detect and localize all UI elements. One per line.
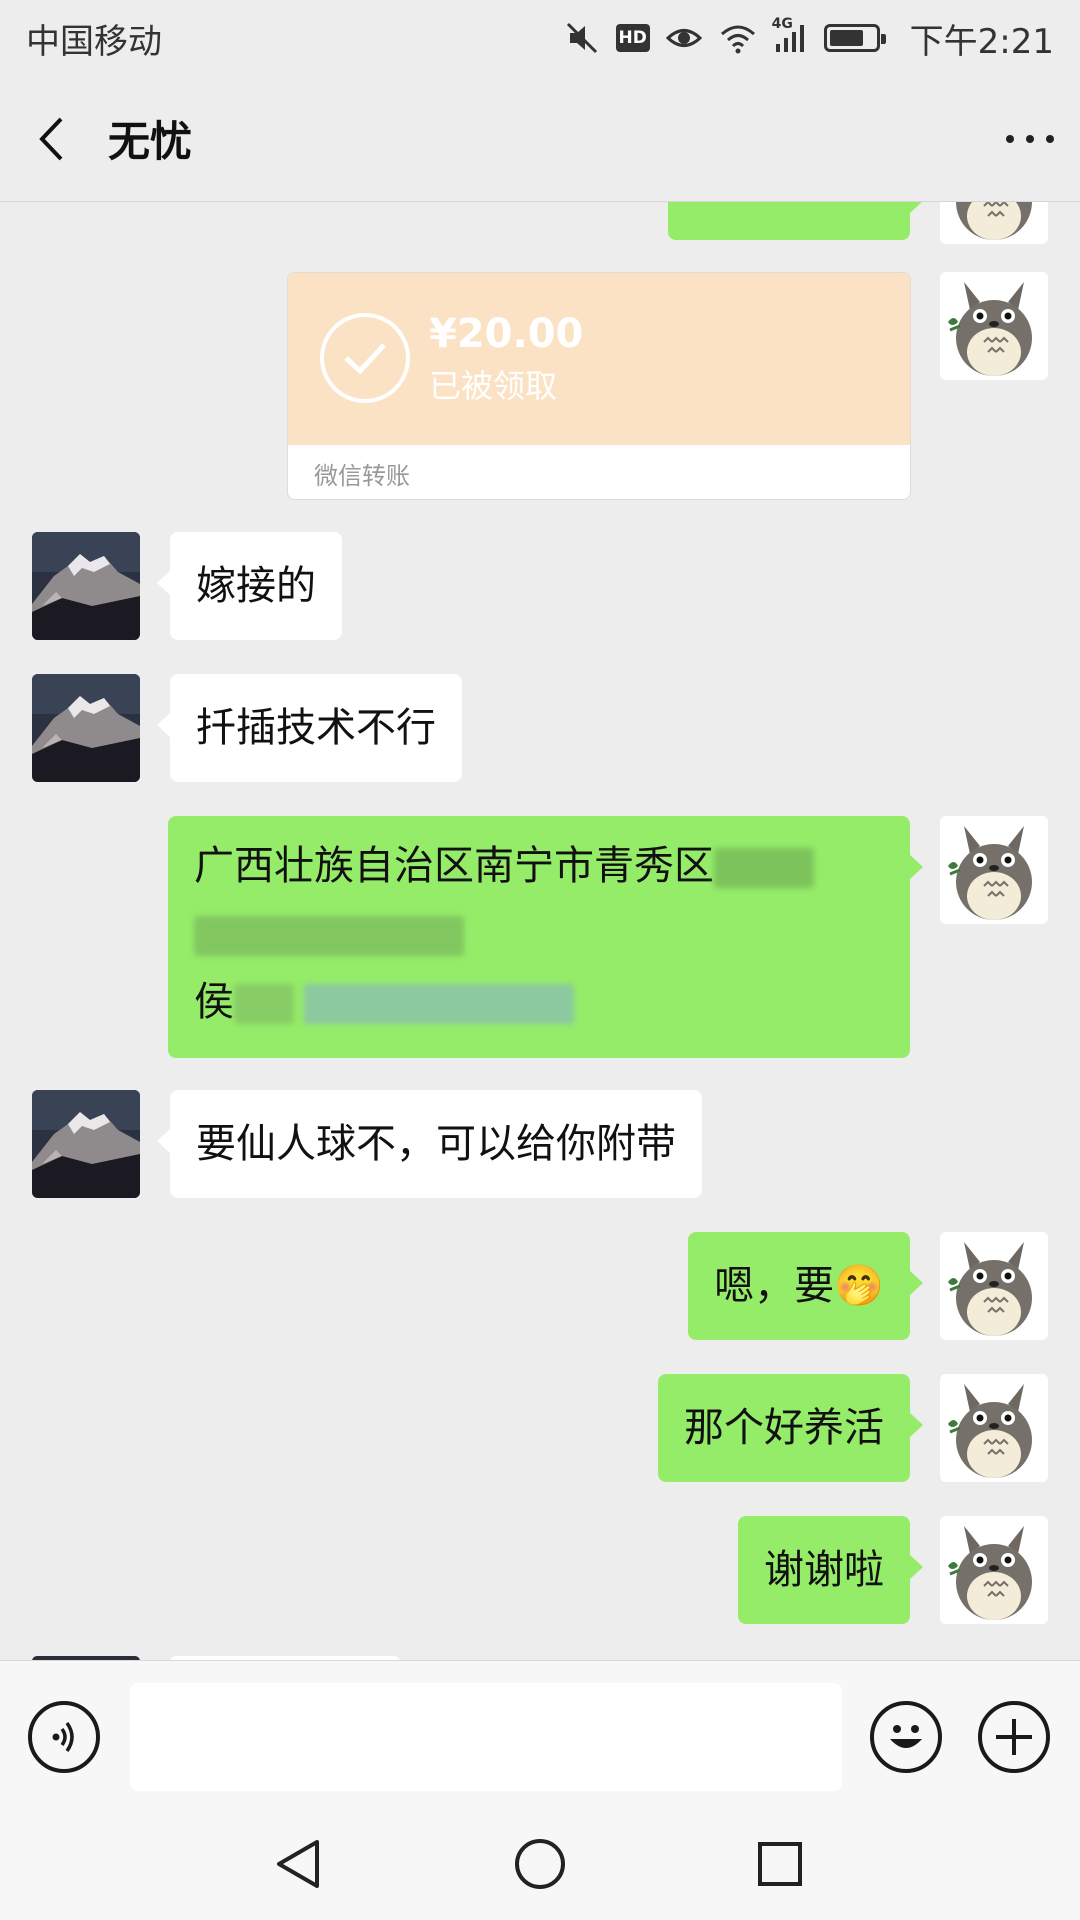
contact-avatar[interactable] <box>32 532 140 640</box>
voice-icon <box>52 1721 74 1753</box>
chat-title: 无忧 <box>108 117 193 166</box>
message-text: 谢谢啦 <box>764 1547 884 1593</box>
self-avatar[interactable] <box>940 1232 1048 1340</box>
message-text: 那个好养活 <box>684 1405 884 1451</box>
message-bubble-partial[interactable]: … <box>668 202 923 240</box>
network-type: 4G <box>771 16 793 32</box>
redaction-block <box>714 848 814 888</box>
message-bubble-address[interactable]: 广西壮族自治区南宁市青秀区 侯 <box>168 816 923 1058</box>
message-bubble[interactable]: 要仙人球不，可以给你附带 <box>157 1090 702 1198</box>
message-bubble[interactable]: 嗯，要🤭 <box>688 1232 923 1340</box>
input-bar <box>0 1660 1080 1810</box>
self-avatar[interactable] <box>940 1516 1048 1624</box>
check-circle-icon <box>320 313 410 403</box>
mute-icon <box>564 20 600 56</box>
signal-icon: 4G <box>772 16 808 54</box>
self-avatar[interactable] <box>940 816 1048 924</box>
system-nav-bar <box>0 1810 1080 1920</box>
message-text: 嫁接的 <box>196 563 316 609</box>
contact-avatar[interactable] <box>32 1090 140 1198</box>
thinking-emoji-icon: 🤭 <box>834 1263 884 1309</box>
message-text: 嗯，要 <box>714 1263 835 1309</box>
self-avatar[interactable] <box>940 1374 1048 1482</box>
self-avatar[interactable] <box>940 202 1048 244</box>
message-text: 侯 <box>194 979 234 1025</box>
message-bubble[interactable]: 谢谢啦 <box>738 1516 923 1624</box>
nav-back-triangle-icon <box>277 1840 319 1888</box>
nav-recent-square-icon <box>758 1842 802 1886</box>
message-bubble[interactable]: 扦插技术不行 <box>157 674 462 782</box>
transfer-amount: ¥20.00 <box>429 311 584 357</box>
more-dots-icon <box>1006 134 1014 143</box>
redaction-block <box>304 984 574 1024</box>
redaction-block <box>194 916 464 956</box>
transfer-status: 已被领取 <box>429 367 558 405</box>
nav-home-circle-icon <box>515 1839 565 1889</box>
carrier-name: 中国移动 <box>26 21 162 62</box>
message-text: 扦插技术不行 <box>196 705 436 751</box>
wifi-icon <box>718 22 758 54</box>
nav-back-button[interactable] <box>266 1832 330 1896</box>
transfer-card[interactable]: ¥20.00 已被领取 微信转账 <box>287 272 911 500</box>
plus-icon <box>996 1719 1032 1755</box>
hd-icon: HD <box>615 24 650 52</box>
message-bubble[interactable]: 嫁接的 <box>157 532 342 640</box>
chevron-left-icon <box>39 117 63 160</box>
nav-home-button[interactable] <box>508 1832 572 1896</box>
battery-icon <box>823 24 886 52</box>
self-avatar[interactable] <box>940 272 1048 380</box>
nav-recent-button[interactable] <box>748 1832 812 1896</box>
contact-avatar[interactable] <box>32 674 140 782</box>
message-bubble[interactable]: 那个好养活 <box>658 1374 923 1482</box>
message-text: 广西壮族自治区南宁市青秀区 <box>194 843 714 889</box>
chat-header: 无忧 <box>0 76 1080 202</box>
plus-button[interactable] <box>978 1701 1050 1773</box>
status-time: 下午2:21 <box>909 21 1054 62</box>
back-button[interactable] <box>0 76 104 201</box>
message-text: 要仙人球不，可以给你附带 <box>196 1121 676 1167</box>
emoji-icon <box>890 1725 922 1748</box>
eye-icon <box>665 23 702 53</box>
more-button[interactable] <box>980 76 1080 201</box>
status-icons: HD 4G 下午2:21 <box>564 14 1054 63</box>
message-list[interactable]: … ¥20.00 已被领取 微信转账 嫁接的 扦插技术不行 广西壮族自治区南宁市… <box>0 202 1080 1660</box>
transfer-caption: 微信转账 <box>314 461 410 490</box>
message-input[interactable] <box>130 1683 842 1791</box>
emoji-button[interactable] <box>870 1701 942 1773</box>
status-bar: 中国移动 HD 4G 下午2:21 <box>0 0 1080 76</box>
redaction-block <box>234 984 294 1024</box>
voice-button[interactable] <box>28 1701 100 1773</box>
